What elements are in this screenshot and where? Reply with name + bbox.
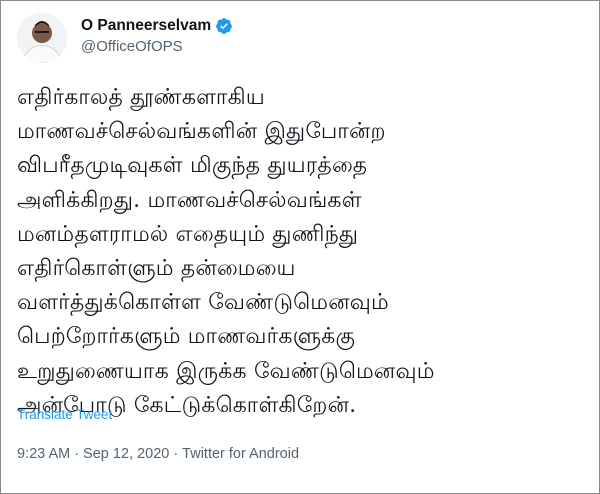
verified-badge-icon <box>215 17 233 35</box>
tweet-text-line: பெற்றோர்களும் மாணவர்களுக்கு <box>17 324 356 350</box>
tweet-date[interactable]: Sep 12, 2020 <box>83 446 169 462</box>
tweet-metadata: 9:23 AM · Sep 12, 2020 · Twitter for And… <box>17 446 299 462</box>
tweet-text-line: வளர்த்துக்கொள்ள வேண்டுமெனவும் <box>17 290 389 316</box>
tweet-text-line: உறுதுணையாக இருக்க வேண்டுமெனவும் <box>17 358 435 384</box>
tweet-text-line: எதிர்காலத் தூண்களாகிய <box>17 85 265 110</box>
author-handle[interactable]: @OfficeOfOPS <box>81 38 233 55</box>
author-display-name[interactable]: O Panneerselvam <box>81 17 211 35</box>
display-name-row: O Panneerselvam <box>81 15 233 37</box>
tweet-header: O Panneerselvam @OfficeOfOPS <box>17 11 577 63</box>
tweet-text-line: மாணவச்செல்வங்களின் இதுபோன்ற <box>17 119 386 145</box>
tweet-text: எதிர்காலத் தூண்களாகிய மாணவச்செல்வங்களின்… <box>17 81 589 423</box>
tweet-text-line: மனம்தளராமல் எதையும் துணிந்து <box>17 221 359 247</box>
tweet-card: O Panneerselvam @OfficeOfOPS எதிர்காலத் … <box>0 0 600 494</box>
author-names: O Panneerselvam @OfficeOfOPS <box>81 15 233 55</box>
tweet-time[interactable]: 9:23 AM <box>17 446 70 462</box>
tweet-text-line: விபரீதமுடிவுகள் மிகுந்த துயரத்தை <box>17 153 368 179</box>
meta-separator: · <box>74 446 80 462</box>
translate-tweet-link[interactable]: Translate Tweet <box>17 407 112 422</box>
profile-avatar-icon[interactable] <box>17 13 67 63</box>
tweet-text-line: எதிர்கொள்ளும் தன்மையை <box>17 256 296 282</box>
tweet-source[interactable]: Twitter for Android <box>182 446 299 462</box>
meta-separator: · <box>173 446 179 462</box>
tweet-text-line: அளிக்கிறது. மாணவச்செல்வங்கள் <box>17 187 362 213</box>
